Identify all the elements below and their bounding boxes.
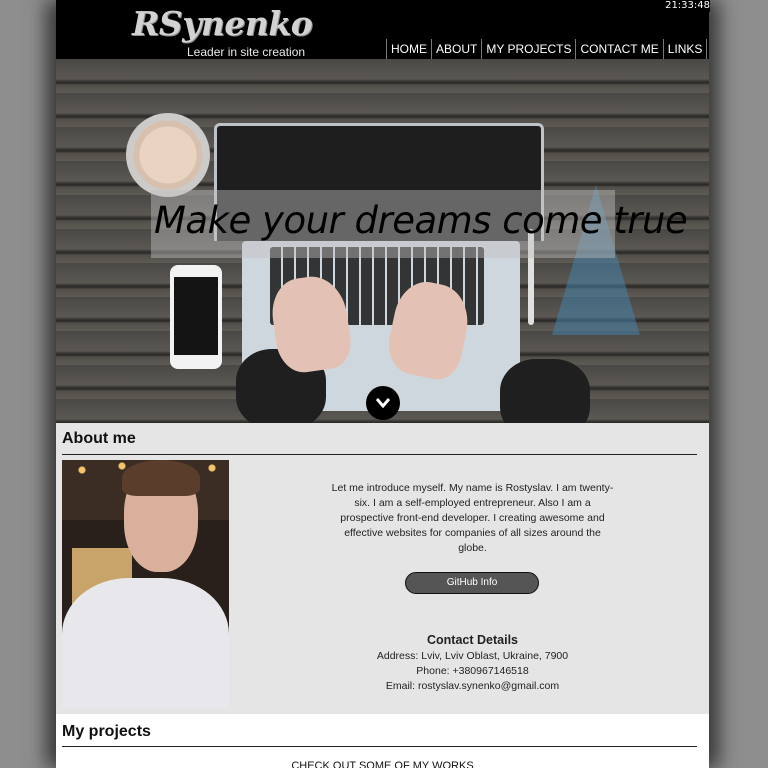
contact-address: Address: Lviv, Lviv Oblast, Ukraine, 790… [376, 650, 569, 662]
scroll-down-button[interactable] [366, 386, 400, 420]
hero-section: Make your dreams come true [56, 59, 709, 423]
projects-title: My projects [62, 723, 151, 740]
chevron-down-icon [375, 398, 391, 409]
nav-my-projects[interactable]: MY PROJECTS [481, 39, 575, 59]
about-title: About me [62, 430, 136, 447]
page-container: RSynenko Leader in site creation HOME AB… [56, 0, 709, 768]
contact-phone: Phone: +380967146518 [416, 665, 529, 677]
nav-contact-me[interactable]: CONTACT ME [575, 39, 662, 59]
about-divider [62, 454, 697, 455]
hero-phone-image [170, 265, 222, 369]
site-logo[interactable]: RSynenko [132, 4, 313, 43]
projects-subtitle: CHECK OUT SOME OF MY WORKS [291, 760, 474, 768]
contact-email[interactable]: Email: rostyslav.synenko@gmail.com [346, 679, 599, 694]
photo-shirt [62, 578, 229, 708]
nav-about[interactable]: ABOUT [431, 39, 481, 59]
main-nav: HOME ABOUT MY PROJECTS CONTACT ME LINKS [386, 39, 708, 59]
profile-photo [62, 460, 229, 708]
nav-links[interactable]: LINKS [662, 39, 708, 59]
site-tagline: Leader in site creation [187, 45, 306, 59]
hero-sleeve-right [500, 359, 590, 423]
system-clock: 21:33:48 [650, 0, 710, 12]
contact-title: Contact Details [427, 633, 518, 647]
nav-home[interactable]: HOME [386, 39, 431, 59]
site-header: RSynenko Leader in site creation HOME AB… [56, 0, 709, 59]
contact-details: Contact Details Address: Lviv, Lviv Obla… [346, 633, 599, 694]
hero-headline: Make your dreams come true [154, 199, 688, 242]
projects-section: My projects CHECK OUT SOME OF MY WORKS [56, 714, 709, 768]
photo-hair [122, 460, 200, 496]
hero-coffee-cup-image [126, 113, 210, 197]
about-section: About me Let me introduce myself. My nam… [56, 423, 709, 714]
about-intro-text: Let me introduce myself. My name is Rost… [331, 482, 614, 554]
projects-divider [62, 746, 697, 747]
github-info-button[interactable]: GitHub Info [405, 572, 539, 594]
